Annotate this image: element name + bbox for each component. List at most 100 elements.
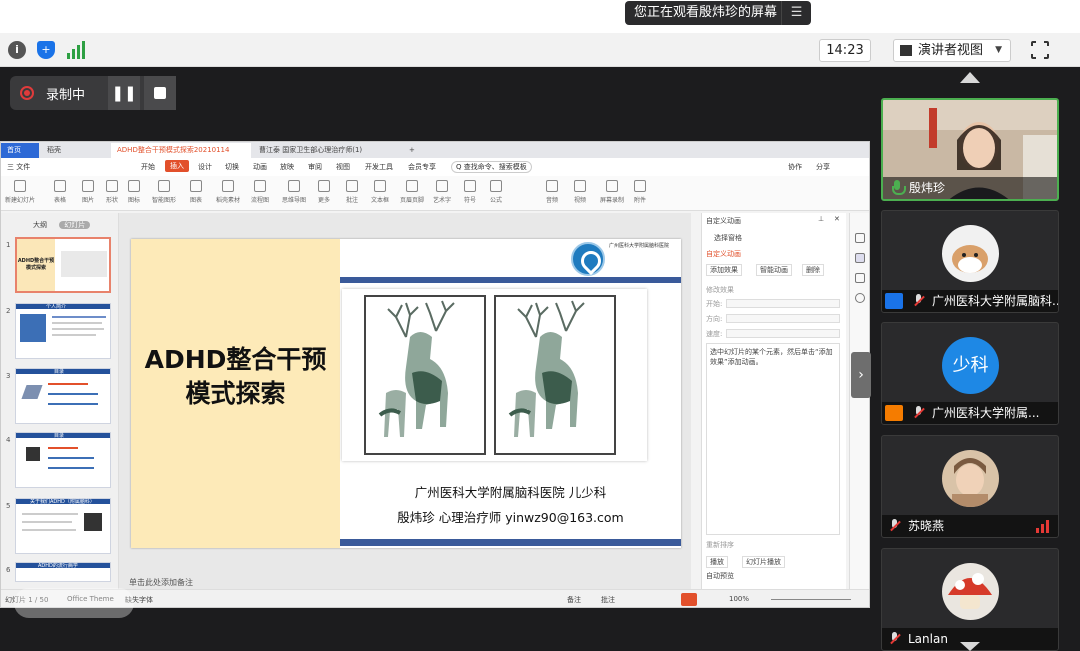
slide-photo[interactable] — [342, 289, 647, 461]
slides-tab[interactable]: 幻灯片 — [59, 221, 91, 229]
menu-insert[interactable]: 插入 — [165, 160, 189, 172]
new-tab-icon[interactable]: + — [403, 143, 417, 158]
info-icon[interactable]: i — [8, 41, 26, 59]
slide-thumb-1[interactable]: ADHD整合干预模式探索 — [15, 237, 111, 293]
menu-file[interactable]: 三 文件 — [7, 162, 30, 172]
pause-recording-button[interactable]: ❚❚ — [108, 76, 140, 110]
participant-tile[interactable]: Lanlan — [881, 548, 1059, 651]
stop-recording-button[interactable] — [144, 76, 176, 110]
network-signal-icon[interactable] — [67, 41, 85, 59]
command-search[interactable]: Q 查找命令、搜索模板 — [451, 161, 532, 173]
zoom-slider[interactable] — [771, 599, 851, 600]
ribbon-more[interactable]: 更多 — [313, 180, 335, 204]
ribbon-screen-record[interactable]: 屏幕录制 — [597, 180, 627, 204]
start-select[interactable] — [726, 299, 840, 308]
ribbon-picture[interactable]: 图片 — [77, 180, 99, 204]
ribbon-textbox[interactable]: 文本框 — [369, 180, 391, 204]
zoom-level[interactable]: 100% — [729, 595, 749, 603]
chevron-right-icon[interactable]: › — [851, 352, 871, 398]
ribbon-icons[interactable]: 图标 — [123, 180, 145, 204]
ribbon-smartart[interactable]: 智能图形 — [149, 180, 179, 204]
slide-thumb-3[interactable]: 目录 — [15, 368, 111, 424]
ribbon-attachment[interactable]: 附件 — [629, 180, 651, 204]
slideshow-button[interactable]: 幻灯片播放 — [742, 556, 785, 568]
help-icon[interactable] — [855, 293, 865, 303]
participant-tile[interactable]: 少科 广州医科大学附属... — [881, 322, 1059, 425]
ribbon-label: 公式 — [489, 197, 502, 204]
menu-member[interactable]: 会员专享 — [408, 162, 436, 172]
current-slide[interactable]: ADHD整合干预 模式探索 广州医科大学附属脑科医院 广州医科大学附属脑科医院 … — [131, 239, 681, 548]
ribbon-mindmap[interactable]: 思维导图 — [279, 180, 309, 204]
notes-toggle[interactable]: 备注 — [567, 595, 581, 605]
speed-select[interactable] — [726, 329, 840, 338]
menu-collab[interactable]: 协作 — [788, 162, 802, 172]
floating-control[interactable] — [14, 588, 134, 618]
ribbon-flowchart[interactable]: 流程图 — [249, 180, 271, 204]
close-icon[interactable]: ✕ — [834, 215, 840, 223]
menu-design[interactable]: 设计 — [198, 162, 212, 172]
add-effect-button[interactable]: 添加效果 — [706, 264, 742, 276]
ribbon-header-footer[interactable]: 页眉页脚 — [397, 180, 427, 204]
tab-home[interactable]: 首页 — [1, 143, 39, 158]
microphone-muted-icon — [912, 405, 926, 421]
direction-select[interactable] — [726, 314, 840, 323]
list-menu-icon[interactable]: ☰ — [781, 1, 811, 25]
participant-tile-presenter[interactable]: 殷炜珍 — [881, 98, 1059, 201]
security-shield-icon[interactable]: + — [37, 41, 55, 59]
animation-icon[interactable] — [855, 253, 865, 263]
more-icon — [318, 180, 330, 192]
slide-accent-bar — [340, 277, 681, 283]
menu-review[interactable]: 审阅 — [308, 162, 322, 172]
reorder-label: 重新排序 — [706, 541, 734, 549]
ribbon-audio[interactable]: 音频 — [541, 180, 563, 204]
tab-docer[interactable]: 稻壳 — [41, 143, 109, 158]
ribbon-label: 附件 — [633, 197, 646, 204]
scroll-up-icon[interactable] — [960, 72, 980, 83]
select-pane-link[interactable]: 选择窗格 — [714, 233, 742, 243]
pin-icon[interactable]: ⊥ — [818, 215, 824, 223]
name-bar: 广州医科大学附属... — [882, 402, 1058, 424]
menu-developer[interactable]: 开发工具 — [365, 162, 393, 172]
ribbon-formula[interactable]: 公式 — [485, 180, 507, 204]
menu-view[interactable]: 视图 — [336, 162, 350, 172]
slide-thumb-6[interactable]: ADHD的流行病学 — [15, 562, 111, 582]
play-slideshow-icon[interactable] — [681, 593, 697, 606]
participant-tile[interactable]: 苏晓燕 — [881, 435, 1059, 538]
ribbon-symbol[interactable]: 符号 — [459, 180, 481, 204]
tab-adhd-ppt[interactable]: ADHD整合干预模式探索20210114 — [111, 143, 251, 158]
menu-share[interactable]: 分享 — [816, 162, 830, 172]
play-button[interactable]: 播放 — [706, 556, 728, 568]
ribbon-chart[interactable]: 图表 — [185, 180, 207, 204]
tab-second-doc[interactable]: 曹江泰 国家卫生部心理治疗师(1) — [253, 143, 401, 158]
fullscreen-icon[interactable] — [1030, 40, 1050, 60]
comment-toggle[interactable]: 批注 — [601, 595, 615, 605]
ribbon-docer-material[interactable]: 稻壳素材 — [213, 180, 243, 204]
ribbon-table[interactable]: 表格 — [49, 180, 71, 204]
view-mode-dropdown[interactable]: 演讲者视图 ▼ — [893, 39, 1011, 62]
menu-slideshow[interactable]: 放映 — [280, 162, 294, 172]
ribbon-new-slide[interactable]: 新建幻灯片 — [5, 180, 35, 204]
animation-list: 选中幻灯片的某个元素，然后单击“添加效果”添加动画。 — [706, 343, 840, 535]
smart-animation-button[interactable]: 智能动画 — [756, 264, 792, 276]
autopreview-checkbox[interactable]: 自动预览 — [706, 571, 734, 581]
layout-icon[interactable] — [855, 273, 865, 283]
slide-thumb-5[interactable]: 关于我们ADHD（附属脑科） — [15, 498, 111, 554]
ribbon-video[interactable]: 视频 — [569, 180, 591, 204]
deer-picture — [364, 295, 486, 455]
outline-tab[interactable]: 大纲 — [33, 221, 47, 229]
notes-placeholder[interactable]: 单击此处添加备注 — [119, 577, 691, 588]
scroll-down-icon[interactable] — [960, 642, 980, 651]
menu-animation[interactable]: 动画 — [253, 162, 267, 172]
menu-start[interactable]: 开始 — [141, 162, 155, 172]
avatar — [942, 563, 999, 620]
participant-tile[interactable]: 广州医科大学附属脑科... — [881, 210, 1059, 313]
ribbon-shape[interactable]: 形状 — [101, 180, 123, 204]
settings-icon[interactable] — [855, 233, 865, 243]
menu-transition[interactable]: 切换 — [225, 162, 239, 172]
slide-thumb-2[interactable]: 个人简介 — [15, 303, 111, 359]
ribbon-comment[interactable]: 批注 — [341, 180, 363, 204]
wps-menu-bar: 三 文件 开始 插入 设计 切换 动画 放映 审阅 视图 开发工具 会员专享 Q… — [1, 158, 869, 176]
slide-thumb-4[interactable]: 目录 — [15, 432, 111, 488]
delete-effect-button[interactable]: 删除 — [802, 264, 824, 276]
ribbon-wordart[interactable]: 艺术字 — [431, 180, 453, 204]
